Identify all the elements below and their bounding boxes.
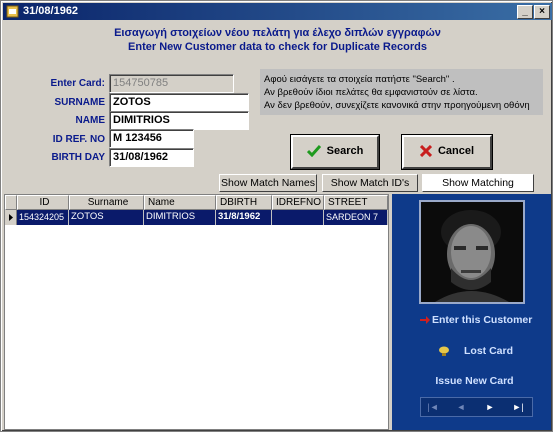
- customer-photo: [419, 200, 525, 304]
- name-label: NAME: [75, 115, 105, 126]
- checkmark-icon: [306, 145, 321, 158]
- grid-header: ID Surname Name DBIRTH IDREFNO STREET: [5, 195, 388, 210]
- idref-label: ID REF. NO: [52, 134, 105, 145]
- minimize-button[interactable]: _: [517, 5, 533, 19]
- table-row[interactable]: 154324205 ZOTOS DIMITRIOS 31/8/1962 SARD…: [5, 210, 388, 225]
- card-label: Enter Card:: [50, 78, 105, 89]
- name-field[interactable]: DIMITRIOS: [109, 111, 249, 130]
- cell-dbirth: 31/8/1962: [216, 210, 272, 225]
- birthday-field[interactable]: 31/08/1962: [109, 148, 194, 167]
- cell-idrefno: [272, 210, 324, 225]
- card-field[interactable]: 154750785: [109, 74, 234, 93]
- first-record-icon[interactable]: |◄: [426, 401, 440, 414]
- title-bar[interactable]: 31/08/1962 _ □: [3, 3, 552, 20]
- results-grid[interactable]: ID Surname Name DBIRTH IDREFNO STREET 15…: [4, 194, 389, 430]
- lamp-icon: [439, 346, 449, 357]
- record-navigator: |◄ ◄ ► ►|: [420, 397, 533, 417]
- column-header-dbirth[interactable]: DBIRTH: [216, 195, 272, 210]
- info-line-1: Αφού εισάγετε τα στοιχεία πατήστε "Searc…: [264, 74, 455, 85]
- app-icon: [6, 5, 19, 18]
- app-window: 31/08/1962 _ □ × Εισαγωγή στοιχείων νέου…: [0, 0, 553, 432]
- show-match-names-button[interactable]: Show Match Names: [219, 174, 317, 192]
- close-button[interactable]: ×: [534, 5, 550, 19]
- lost-card-label: Lost Card: [464, 345, 514, 357]
- cell-surname: ZOTOS: [69, 210, 144, 225]
- surname-field[interactable]: ZOTOS: [109, 93, 249, 112]
- birthday-label: BIRTH DAY: [51, 152, 105, 163]
- issue-new-card-link[interactable]: Issue New Card: [392, 375, 551, 387]
- info-line-2: Αν βρεθούν ίδιοι πελάτες θα εμφανιστούν …: [264, 87, 478, 98]
- cell-name: DIMITRIOS: [144, 210, 216, 225]
- window-title: 31/08/1962: [23, 5, 79, 17]
- show-matching-birthday-button[interactable]: Show Matching Birthday: [422, 174, 534, 205]
- cell-street: SARDEON 7: [324, 210, 388, 225]
- column-header-name[interactable]: Name: [144, 195, 216, 210]
- cancel-label: Cancel: [437, 145, 475, 157]
- search-label: Search: [326, 145, 364, 157]
- column-header-id[interactable]: ID: [17, 195, 69, 210]
- customer-side-panel: Enter this Customer Lost Card Issue New …: [392, 194, 551, 430]
- column-header-surname[interactable]: Surname: [69, 195, 144, 210]
- info-line-3: Αν δεν βρεθούν, συνεχίζετε κανονικά στην…: [264, 100, 530, 111]
- show-match-ids-button[interactable]: Show Match ID's: [322, 174, 418, 192]
- lost-card-link[interactable]: Lost Card: [392, 345, 551, 357]
- enter-customer-link[interactable]: Enter this Customer: [392, 314, 551, 326]
- arrow-right-icon: [420, 316, 430, 325]
- heading-english: Enter New Customer data to check for Dup…: [128, 41, 427, 53]
- column-header-idrefno[interactable]: IDREFNO: [272, 195, 324, 210]
- info-box: Αφού εισάγετε τα στοιχεία πατήστε "Searc…: [260, 69, 543, 115]
- column-header-street[interactable]: STREET: [324, 195, 388, 210]
- enter-customer-label: Enter this Customer: [432, 314, 533, 326]
- idref-field[interactable]: M 123456: [109, 129, 194, 148]
- cancel-button[interactable]: Cancel: [401, 134, 493, 170]
- prev-record-icon[interactable]: ◄: [454, 401, 468, 414]
- x-icon: [419, 145, 433, 158]
- row-selector-arrow-icon: [5, 210, 17, 225]
- last-record-icon[interactable]: ►|: [511, 401, 525, 414]
- surname-label: SURNAME: [54, 97, 105, 108]
- heading-greek: Εισαγωγή στοιχείων νέου πελάτη για έλεχο…: [114, 27, 441, 39]
- search-button[interactable]: Search: [290, 134, 380, 170]
- next-record-icon[interactable]: ►: [483, 401, 497, 414]
- header-selector: [5, 195, 17, 210]
- cell-id: 154324205: [17, 210, 69, 225]
